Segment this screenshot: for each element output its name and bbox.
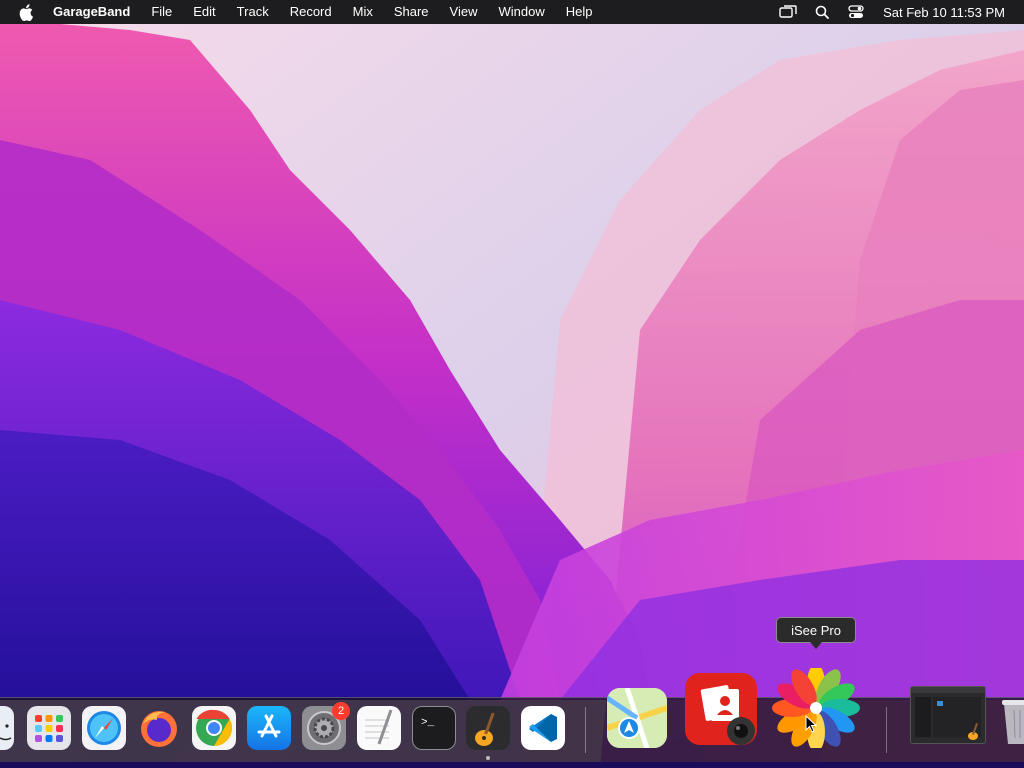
svg-text:>_: >_	[421, 717, 435, 729]
chrome-icon[interactable]	[192, 706, 236, 750]
menu-mix[interactable]: Mix	[342, 0, 383, 24]
app-store-icon[interactable]	[247, 706, 291, 750]
notification-badge: 2	[332, 702, 350, 720]
launchpad-icon[interactable]	[27, 706, 71, 750]
desktop-wallpaper	[0, 0, 1024, 768]
firefox-icon[interactable]	[137, 706, 181, 750]
minimized-window-icon[interactable]	[910, 686, 986, 744]
finder-icon[interactable]	[0, 706, 14, 750]
menu-view[interactable]: View	[439, 0, 488, 24]
textedit-icon[interactable]	[357, 706, 401, 750]
menu-bar: GarageBand File Edit Track Record Mix Sh…	[0, 0, 1024, 24]
menu-app-name[interactable]: GarageBand	[45, 0, 141, 24]
running-indicator	[486, 756, 490, 760]
vscode-icon[interactable]	[521, 706, 565, 750]
photo-booth-icon[interactable]	[685, 673, 757, 745]
desktop-bottom-edge	[0, 762, 1024, 768]
dock-tooltip: iSee Pro	[776, 617, 856, 649]
menu-window[interactable]: Window	[488, 0, 555, 24]
maps-icon[interactable]	[607, 688, 667, 748]
menu-share[interactable]: Share	[383, 0, 439, 24]
safari-icon[interactable]	[82, 706, 126, 750]
terminal-icon[interactable]: >_	[412, 706, 456, 750]
mouse-cursor-icon	[805, 714, 818, 738]
control-center-icon[interactable]	[843, 0, 869, 24]
menu-edit[interactable]: Edit	[183, 0, 226, 24]
dock-separator	[585, 707, 586, 753]
status-area: Sat Feb 10 11:53 PM	[771, 0, 1024, 24]
dock-separator	[886, 707, 887, 753]
screen-mirroring-icon[interactable]	[775, 0, 801, 24]
menu-file[interactable]: File	[141, 0, 183, 24]
apple-menu-icon[interactable]	[17, 3, 35, 21]
trash-icon[interactable]	[1000, 694, 1024, 748]
menu-record[interactable]: Record	[279, 0, 342, 24]
spotlight-search-icon[interactable]	[809, 0, 835, 24]
garageband-icon[interactable]	[466, 706, 510, 750]
menu-help[interactable]: Help	[555, 0, 603, 24]
menu-clock[interactable]: Sat Feb 10 11:53 PM	[883, 5, 1005, 20]
menu-track[interactable]: Track	[226, 0, 279, 24]
